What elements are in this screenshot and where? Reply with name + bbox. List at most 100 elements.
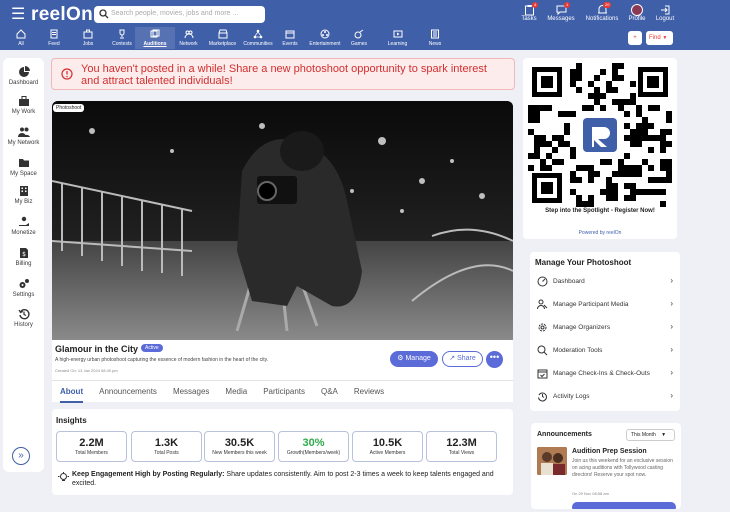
tasks-badge: 4 [532,2,539,8]
building-icon [19,186,28,196]
period-select[interactable]: This Month ▼ [626,429,675,441]
sidebar-item-my-work[interactable]: My Work [3,95,44,115]
store-icon [218,29,227,39]
tasks-button[interactable]: 4 Tasks [519,2,539,22]
logout-button[interactable]: Logout [653,4,677,22]
svg-text:$: $ [22,251,26,258]
sidebar-item-monetize[interactable]: Monetize [3,216,44,236]
nav-events[interactable]: Events [273,27,307,49]
tab-media[interactable]: Media [225,381,247,403]
stat-card: 30.5K New Members this week [204,431,275,462]
sidebar-item-settings[interactable]: Settings [3,278,44,298]
alert-text: You haven't posted in a while! Share a n… [81,63,487,87]
messages-button[interactable]: 1 Messages [546,2,576,22]
feed-icon [50,29,58,39]
nav-feed[interactable]: Feed [41,27,67,49]
film-reel-icon [320,29,330,39]
category-tag: Photoshoot [53,104,85,112]
photoshoot-cover-image [52,101,513,340]
nav-marketplace[interactable]: Marketplace [202,27,243,49]
nav-communities[interactable]: Communities [243,27,273,49]
announcement-body: Join us this weekend for an exclusive se… [572,458,673,478]
nav-all[interactable]: All [1,27,41,49]
nav-entertainment[interactable]: Entertainment [307,27,343,49]
qr-caption: Step into the Spotlight - Register Now! [545,208,655,214]
nav-news[interactable]: News [420,27,450,49]
sidebar-item-dashboard[interactable]: Dashboard [3,66,44,86]
collapse-sidebar-button[interactable]: » [12,447,30,465]
announcement-action-button[interactable] [572,502,676,509]
announcement-title[interactable]: Audition Prep Session [572,448,647,455]
qr-code[interactable] [528,63,672,207]
nav-jobs[interactable]: Jobs [67,27,109,49]
notifications-button[interactable]: 20 Notifications [584,2,620,22]
main-nav: All Feed Jobs Contests Auditions Network… [0,27,450,49]
chevron-right-icon: › [670,299,673,308]
logout-icon [660,5,669,15]
nav-network[interactable]: Network [175,27,202,49]
network-icon [184,30,193,39]
hamburger-menu-icon[interactable]: ☰ [11,7,25,23]
tab-qa[interactable]: Q&A [321,381,338,403]
top-bar: ☰ reelOn Search people, movies, jobs and… [0,0,730,50]
tab-messages[interactable]: Messages [173,381,209,403]
tab-reviews[interactable]: Reviews [354,381,384,403]
avatar [631,4,643,16]
nav-learning[interactable]: Learning [375,27,420,49]
manage-organizers-item[interactable]: Manage Organizers › [535,322,673,334]
manage-checkins-item[interactable]: Manage Check-Ins & Check-Outs › [535,368,673,380]
stat-card: 12.3M Total Views [426,431,497,462]
announcements-title: Announcements [537,431,592,438]
hand-money-icon [18,216,29,226]
manage-photoshoot-panel: Manage Your Photoshoot Dashboard › Manage… [530,252,680,411]
moderation-tools-item[interactable]: Moderation Tools › [535,345,673,357]
stat-card-growth: 30% Growth(Members/week) [278,431,349,462]
chevron-right-icon: › [670,391,673,400]
sidebar-item-my-space[interactable]: My Space [3,157,44,177]
tab-about[interactable]: About [60,381,84,403]
share-button[interactable]: ↗ Share [442,351,483,367]
folder-icon [18,159,29,167]
nav-auditions[interactable]: Auditions [135,27,175,49]
add-button[interactable]: + [628,31,642,45]
chevron-down-icon: ▼ [662,35,668,41]
sidebar-item-billing[interactable]: $ Billing [3,247,44,267]
powered-by-link[interactable]: Powered by reelOn [523,230,677,236]
nav-games[interactable]: Games [343,27,375,49]
learning-icon [393,30,402,38]
lightbulb-icon [58,472,69,481]
profile-button[interactable]: Profile [626,4,648,22]
tab-participants[interactable]: Participants [263,381,305,403]
search-input[interactable]: Search people, movies, jobs and more ... [94,6,265,23]
home-icon [16,29,26,39]
pie-chart-icon [18,66,30,77]
sidebar-item-history[interactable]: History [3,308,44,328]
find-dropdown[interactable]: Find ▼ [646,31,673,45]
chevron-right-icon: › [670,322,673,331]
chevron-down-icon: ▼ [661,432,667,438]
gears-icon [19,279,29,288]
photoshoot-description: A high-energy urban photoshoot capturing… [55,357,269,363]
inactivity-alert: You haven't posted in a while! Share a n… [51,58,515,90]
more-options-button[interactable]: ••• [486,351,503,368]
info-icon [61,68,73,80]
app-logo[interactable]: reelOn [31,4,93,26]
tab-announcements[interactable]: Announcements [99,381,157,403]
qr-card: Step into the Spotlight - Register Now! … [523,58,677,239]
manage-button[interactable]: ⚙ Manage [390,351,438,367]
stat-card: 10.5K Active Members [352,431,423,462]
nav-contests[interactable]: Contests [109,27,135,49]
briefcase-icon [83,29,93,39]
manage-dashboard-item[interactable]: Dashboard › [535,276,673,288]
sidebar: Dashboard My Work My Network My Space My… [3,58,44,472]
manage-participant-media-item[interactable]: Manage Participant Media › [535,299,673,311]
messages-badge: 1 [564,2,571,8]
chevron-right-icon: › [670,345,673,354]
activity-logs-item[interactable]: Activity Logs › [535,391,673,403]
gear-icon: ⚙ [397,355,404,362]
sidebar-item-my-network[interactable]: My Network [3,126,44,146]
search-placeholder: Search people, movies, jobs and more ... [111,10,239,17]
trophy-icon [119,29,125,39]
moderation-icon [537,345,548,356]
sidebar-item-my-biz[interactable]: My Biz [3,185,44,205]
